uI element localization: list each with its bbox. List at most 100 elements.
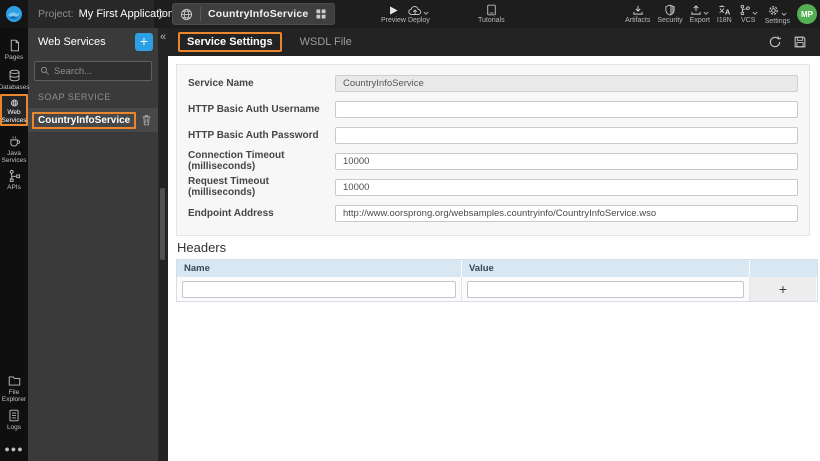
http-basic-auth-password-label: HTTP Basic Auth Password bbox=[188, 129, 319, 141]
panel-title: Web Services bbox=[38, 36, 106, 48]
i18n-translate-icon: A bbox=[719, 5, 731, 17]
save-icon[interactable] bbox=[793, 35, 807, 49]
java-services-coffee-icon bbox=[9, 136, 20, 147]
security-button[interactable]: Security bbox=[657, 2, 683, 26]
content-tab-bar: Service Settings WSDL File bbox=[168, 28, 820, 56]
vcs-button[interactable]: VCS bbox=[739, 2, 758, 26]
sidebar-item-apis[interactable]: APIs bbox=[0, 166, 28, 191]
service-item-name[interactable]: CountryInfoService bbox=[32, 111, 137, 129]
svg-text:A: A bbox=[725, 8, 731, 17]
logs-label: Logs bbox=[6, 424, 22, 431]
service-settings-content: Service Name HTTP Basic Auth Username HT… bbox=[168, 56, 820, 461]
headers-table-row: + bbox=[177, 277, 817, 301]
add-header-button[interactable]: + bbox=[779, 282, 787, 296]
databases-icon bbox=[9, 69, 19, 82]
security-label: Security bbox=[657, 17, 683, 24]
grid-icon[interactable] bbox=[315, 8, 327, 20]
i18n-button[interactable]: A I18N bbox=[717, 2, 732, 26]
apis-icon bbox=[9, 169, 20, 182]
project-breadcrumb[interactable]: Project: My First Application bbox=[28, 0, 174, 28]
headers-section-title: Headers bbox=[177, 240, 227, 255]
java-services-label: Java Services bbox=[1, 150, 27, 165]
collapse-panel-button[interactable]: « bbox=[158, 28, 168, 46]
refresh-icon[interactable] bbox=[768, 35, 782, 49]
http-basic-auth-username-label: HTTP Basic Auth Username bbox=[188, 103, 320, 115]
app-logo[interactable] bbox=[0, 0, 28, 28]
preview-button[interactable]: Preview bbox=[381, 2, 406, 26]
form-row-username: HTTP Basic Auth Username bbox=[177, 96, 809, 122]
topbar-right-cluster: Artifacts Security Export A I18N VCS Set… bbox=[625, 2, 817, 26]
headers-column-name: Name bbox=[177, 260, 462, 277]
deploy-label: Deploy bbox=[408, 16, 430, 24]
databases-label: Databases bbox=[0, 84, 30, 91]
connection-timeout-label: Connection Timeout (milliseconds) bbox=[188, 150, 285, 172]
form-row-service-name: Service Name bbox=[177, 70, 809, 96]
sidebar-item-logs[interactable]: Logs bbox=[0, 406, 28, 431]
endpoint-address-field[interactable] bbox=[335, 204, 798, 222]
breadcrumb-chevron-icon bbox=[158, 8, 165, 20]
web-services-globe-icon bbox=[10, 99, 18, 107]
user-avatar[interactable]: MP bbox=[797, 4, 817, 24]
artifacts-button[interactable]: Artifacts bbox=[625, 2, 650, 26]
service-name-field bbox=[335, 74, 798, 92]
service-list-item[interactable]: CountryInfoService bbox=[28, 108, 158, 132]
tab-divider bbox=[200, 7, 201, 21]
sidebar-item-pages[interactable]: Pages bbox=[0, 36, 28, 61]
form-row-password: HTTP Basic Auth Password bbox=[177, 122, 809, 148]
tab-service-settings[interactable]: Service Settings bbox=[178, 32, 282, 52]
header-name-cell bbox=[177, 277, 462, 301]
sidebar-item-file-explorer[interactable]: File Explorer bbox=[0, 372, 28, 404]
caret-down-icon bbox=[781, 12, 787, 16]
pages-label: Pages bbox=[4, 54, 24, 61]
sidebar-item-java-services[interactable]: Java Services bbox=[0, 132, 28, 165]
scrollbar-thumb[interactable] bbox=[160, 188, 165, 260]
sidebar-item-web-services[interactable]: Web Services bbox=[0, 94, 28, 126]
security-shield-icon bbox=[665, 4, 675, 16]
header-name-input[interactable] bbox=[182, 280, 456, 298]
header-value-cell bbox=[462, 277, 750, 301]
headers-column-actions bbox=[750, 260, 816, 277]
vcs-branch-icon bbox=[740, 4, 750, 16]
artifacts-label: Artifacts bbox=[625, 17, 651, 24]
pages-icon bbox=[10, 39, 19, 52]
tutorials-button[interactable]: Tutorials bbox=[478, 2, 505, 26]
export-button[interactable]: Export bbox=[690, 2, 710, 26]
file-explorer-folder-icon bbox=[8, 376, 20, 386]
preview-label: Preview bbox=[381, 16, 406, 24]
delete-service-button[interactable] bbox=[141, 114, 152, 126]
open-service-tab[interactable]: CountryInfoService bbox=[172, 3, 336, 25]
deploy-button[interactable]: Deploy bbox=[408, 2, 430, 26]
caret-down-icon bbox=[703, 11, 709, 15]
logs-icon bbox=[9, 409, 19, 422]
sidebar-item-databases[interactable]: Databases bbox=[0, 66, 30, 91]
http-basic-auth-password-field[interactable] bbox=[335, 126, 798, 144]
globe-icon bbox=[181, 8, 192, 20]
request-timeout-field[interactable] bbox=[335, 178, 798, 196]
search-input[interactable] bbox=[54, 65, 146, 77]
project-label: Project: bbox=[38, 8, 74, 20]
play-icon bbox=[390, 5, 398, 15]
settings-button[interactable]: Settings bbox=[765, 2, 790, 26]
export-label: Export bbox=[689, 17, 710, 24]
header-value-input[interactable] bbox=[467, 280, 744, 298]
content-header-icons bbox=[768, 35, 820, 49]
caret-down-icon bbox=[423, 11, 429, 15]
http-basic-auth-username-field[interactable] bbox=[335, 100, 798, 118]
connection-timeout-field[interactable] bbox=[335, 152, 798, 170]
web-services-label: Web Services bbox=[1, 109, 27, 124]
tutorials-book-icon bbox=[487, 4, 496, 16]
more-menu-button[interactable]: ●●● bbox=[0, 444, 28, 454]
vcs-label: VCS bbox=[741, 17, 756, 24]
form-row-endpoint-address: Endpoint Address bbox=[177, 200, 809, 226]
form-row-connection-timeout: Connection Timeout (milliseconds) bbox=[177, 148, 809, 174]
headers-table: Name Value + bbox=[176, 259, 818, 302]
tab-wsdl-file[interactable]: WSDL File bbox=[300, 36, 352, 48]
file-explorer-label: File Explorer bbox=[1, 389, 27, 404]
add-service-button[interactable]: + bbox=[135, 33, 153, 51]
service-search-box[interactable] bbox=[34, 61, 152, 81]
headers-column-value: Value bbox=[462, 260, 750, 277]
tutorials-label: Tutorials bbox=[478, 17, 505, 24]
web-services-panel: Web Services + SOAP SERVICE CountryInfoS… bbox=[28, 28, 158, 461]
wavemaker-logo-icon bbox=[6, 6, 22, 22]
trash-icon bbox=[142, 115, 151, 126]
